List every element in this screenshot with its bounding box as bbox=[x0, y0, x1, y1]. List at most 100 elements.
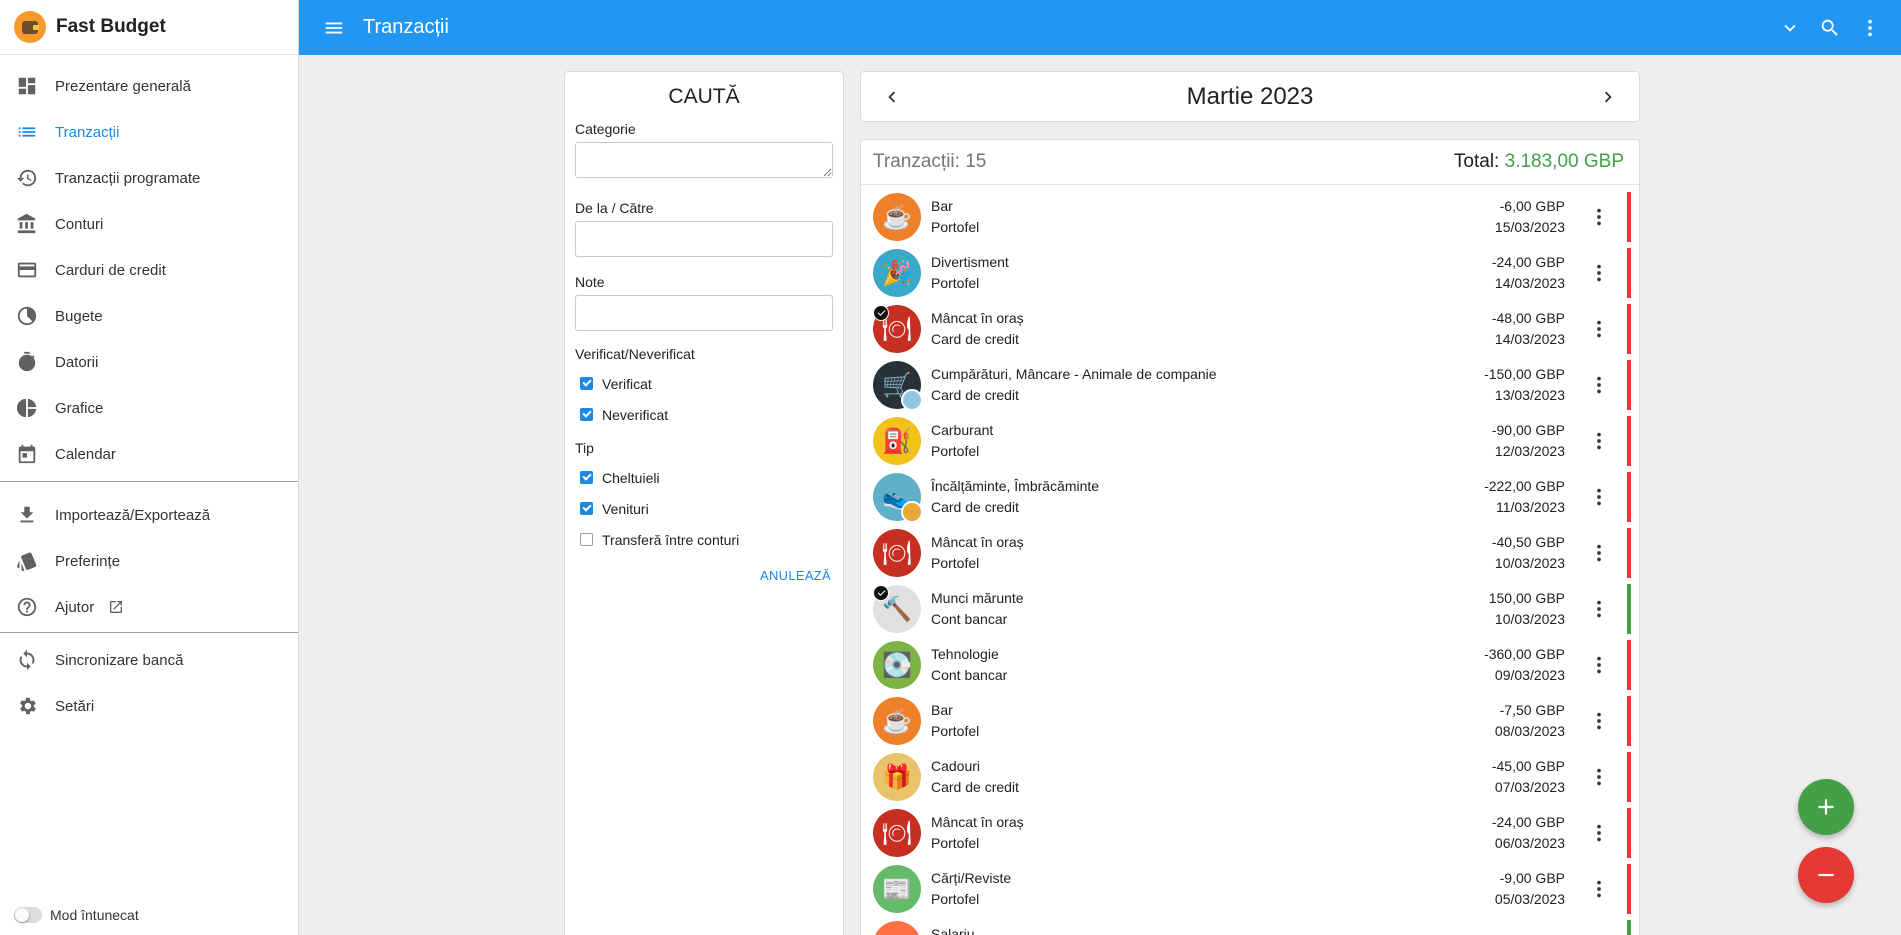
checkbox-checked-icon[interactable] bbox=[580, 377, 593, 390]
transaction-row[interactable]: 👟 Încălțăminte, Îmbrăcăminte Card de credi… bbox=[861, 469, 1639, 525]
total-label: Total: bbox=[1453, 151, 1505, 172]
verified-check-icon bbox=[873, 305, 889, 321]
sidebar-item-help[interactable]: Ajutor bbox=[0, 584, 298, 630]
type-section-label: Tip bbox=[575, 440, 594, 456]
more-vert-icon[interactable] bbox=[1587, 205, 1611, 229]
sidebar-item-credit-cards[interactable]: Carduri de credit bbox=[0, 247, 298, 293]
sidebar-item-overview[interactable]: Prezentare generală bbox=[0, 63, 298, 109]
sidebar-item-bank-sync[interactable]: Sincronizare bancă bbox=[0, 637, 298, 683]
transaction-row[interactable]: ☕ Bar Portofel -7,50 GBP 08/03/2023 bbox=[861, 693, 1639, 749]
transaction-row[interactable]: 🎁 Cadouri Card de credit -45,00 GBP 07/03/20… bbox=[861, 749, 1639, 805]
transaction-account: Portofel bbox=[931, 723, 980, 739]
transaction-row[interactable]: 📰 Cărți/Reviste Portofel -9,00 GBP 05/03/202… bbox=[861, 861, 1639, 917]
transaction-account: Portofel bbox=[931, 219, 980, 235]
sidebar-item-settings[interactable]: Setări bbox=[0, 683, 298, 729]
checkbox-unchecked-icon[interactable] bbox=[580, 533, 593, 546]
from-to-label: De la / Către bbox=[575, 200, 654, 216]
sidebar-item-calendar[interactable]: Calendar bbox=[0, 431, 298, 477]
from-to-input[interactable] bbox=[575, 221, 833, 257]
checkbox-row[interactable]: Cheltuieli bbox=[575, 462, 833, 493]
transaction-category: Salariu bbox=[931, 926, 975, 935]
transaction-row[interactable]: 🍽 Mâncat în oraș Portofel -24,00 GBP 06/03/2… bbox=[861, 805, 1639, 861]
transaction-date: 08/03/2023 bbox=[1494, 723, 1565, 739]
notes-label: Note bbox=[575, 274, 605, 290]
chevron-down-icon[interactable] bbox=[1779, 17, 1801, 39]
add-expense-button[interactable] bbox=[1798, 847, 1854, 903]
sidebar-item-debts[interactable]: Datorii bbox=[0, 339, 298, 385]
transaction-row[interactable]: 🎉 Divertisment Portofel -24,00 GBP 14/03/202… bbox=[861, 245, 1639, 301]
sidebar-item-budgets[interactable]: Bugete bbox=[0, 293, 298, 339]
sidebar-item-transactions[interactable]: Tranzacții bbox=[0, 109, 298, 155]
checkbox-checked-icon[interactable] bbox=[580, 502, 593, 515]
checkbox-row[interactable]: Venituri bbox=[575, 493, 833, 524]
search-icon[interactable] bbox=[1819, 17, 1841, 39]
category-icon: ⛽ bbox=[873, 417, 921, 465]
more-vert-icon[interactable] bbox=[1587, 485, 1611, 509]
more-vert-icon[interactable] bbox=[1587, 429, 1611, 453]
transaction-row[interactable]: ☕ Bar Portofel -6,00 GBP 15/03/2023 bbox=[861, 189, 1639, 245]
transaction-account: Card de credit bbox=[931, 331, 1019, 347]
more-vert-icon[interactable] bbox=[1587, 317, 1611, 341]
notes-input[interactable] bbox=[575, 295, 833, 331]
sidebar-nav: Prezentare generală Tranzacții Tranzacții … bbox=[0, 55, 298, 733]
transaction-category: Bar bbox=[931, 198, 953, 214]
checkbox-row[interactable]: Verificat bbox=[575, 368, 833, 399]
checkbox-label: Transferă între conturi bbox=[602, 531, 740, 548]
dark-mode-toggle[interactable]: Mod întunecat bbox=[14, 907, 139, 923]
app-brand[interactable]: Fast Budget bbox=[0, 0, 298, 55]
more-vert-icon[interactable] bbox=[1587, 877, 1611, 901]
sidebar-item-accounts[interactable]: Conturi bbox=[0, 201, 298, 247]
transaction-amount: -24,00 GBP bbox=[1491, 254, 1565, 270]
sidebar-item-import-export[interactable]: Importează/Exportează bbox=[0, 492, 298, 538]
sidebar-item-charts[interactable]: Grafice bbox=[0, 385, 298, 431]
transaction-date: 09/03/2023 bbox=[1494, 667, 1565, 683]
sidebar-item-label: Bugete bbox=[55, 307, 103, 325]
add-income-button[interactable] bbox=[1798, 779, 1854, 835]
more-vert-icon[interactable] bbox=[1587, 821, 1611, 845]
more-vert-icon[interactable] bbox=[1587, 653, 1611, 677]
transaction-category: Cărți/Reviste bbox=[931, 870, 1012, 886]
verified-check-icon bbox=[873, 585, 889, 601]
checkbox-row[interactable]: Neverificat bbox=[575, 399, 833, 430]
sidebar-item-label: Conturi bbox=[55, 215, 104, 233]
next-month-icon[interactable] bbox=[1597, 86, 1619, 108]
transaction-row[interactable]: 🔨 Munci mărunte Cont bancar 150,00 GBP 10/03… bbox=[861, 581, 1639, 637]
transaction-amount: -6,00 GBP bbox=[1499, 198, 1565, 214]
sidebar-item-scheduled-transactions[interactable]: Tranzacții programate bbox=[0, 155, 298, 201]
cancel-button[interactable]: ANULEAZĂ bbox=[575, 568, 833, 583]
category-input[interactable] bbox=[575, 142, 833, 178]
expense-indicator bbox=[1627, 416, 1631, 466]
transaction-row[interactable]: 💽 Tehnologie Cont bancar -360,00 GBP 09/03/2… bbox=[861, 637, 1639, 693]
checkbox-checked-icon[interactable] bbox=[580, 471, 593, 484]
previous-month-icon[interactable] bbox=[881, 86, 903, 108]
transaction-amount: -45,00 GBP bbox=[1491, 758, 1565, 774]
more-vert-icon[interactable] bbox=[1587, 709, 1611, 733]
sidebar-item-preferences[interactable]: Preferințe bbox=[0, 538, 298, 584]
expense-indicator bbox=[1627, 752, 1631, 802]
transaction-row[interactable]: 🍽 Mâncat în oraș Card de credit -48,00 GBP 1… bbox=[861, 301, 1639, 357]
transaction-row[interactable]: 🍽 Mâncat în oraș Portofel -40,50 GBP 10/03/2… bbox=[861, 525, 1639, 581]
transaction-row[interactable]: SalariuCont bancar1.110,00 GBP bbox=[861, 917, 1639, 935]
sidebar-item-label: Ajutor bbox=[55, 598, 95, 616]
sidebar-item-label: Calendar bbox=[55, 445, 116, 463]
more-vert-icon[interactable] bbox=[1587, 541, 1611, 565]
expense-indicator bbox=[1627, 696, 1631, 746]
transaction-info: Cumpărături, Mâncare - Animale de compan… bbox=[931, 364, 1484, 406]
transaction-row[interactable]: 🛒 Cumpărături, Mâncare - Animale de compa… bbox=[861, 357, 1639, 413]
checkbox-label: Cheltuieli bbox=[602, 469, 660, 486]
transaction-row[interactable]: ⛽ Carburant Portofel -90,00 GBP 12/03/2023 bbox=[861, 413, 1639, 469]
transaction-account: Cont bancar bbox=[931, 667, 1008, 683]
more-vert-icon[interactable] bbox=[1587, 765, 1611, 789]
sidebar: Fast Budget Prezentare generală Tranzacți… bbox=[0, 0, 299, 935]
menu-icon[interactable] bbox=[323, 17, 345, 39]
checkbox-row[interactable]: Transferă între conturi bbox=[575, 524, 833, 555]
more-vert-icon[interactable] bbox=[1859, 17, 1881, 39]
transaction-amount-date: -6,00 GBP 15/03/2023 bbox=[1495, 196, 1565, 238]
more-vert-icon[interactable] bbox=[1587, 597, 1611, 621]
more-vert-icon[interactable] bbox=[1587, 373, 1611, 397]
category-icon: 👟 bbox=[873, 473, 923, 523]
checkbox-checked-icon[interactable] bbox=[580, 408, 593, 421]
dark-mode-switch[interactable] bbox=[14, 907, 42, 923]
transaction-account: Portofel bbox=[931, 443, 980, 459]
more-vert-icon[interactable] bbox=[1587, 261, 1611, 285]
